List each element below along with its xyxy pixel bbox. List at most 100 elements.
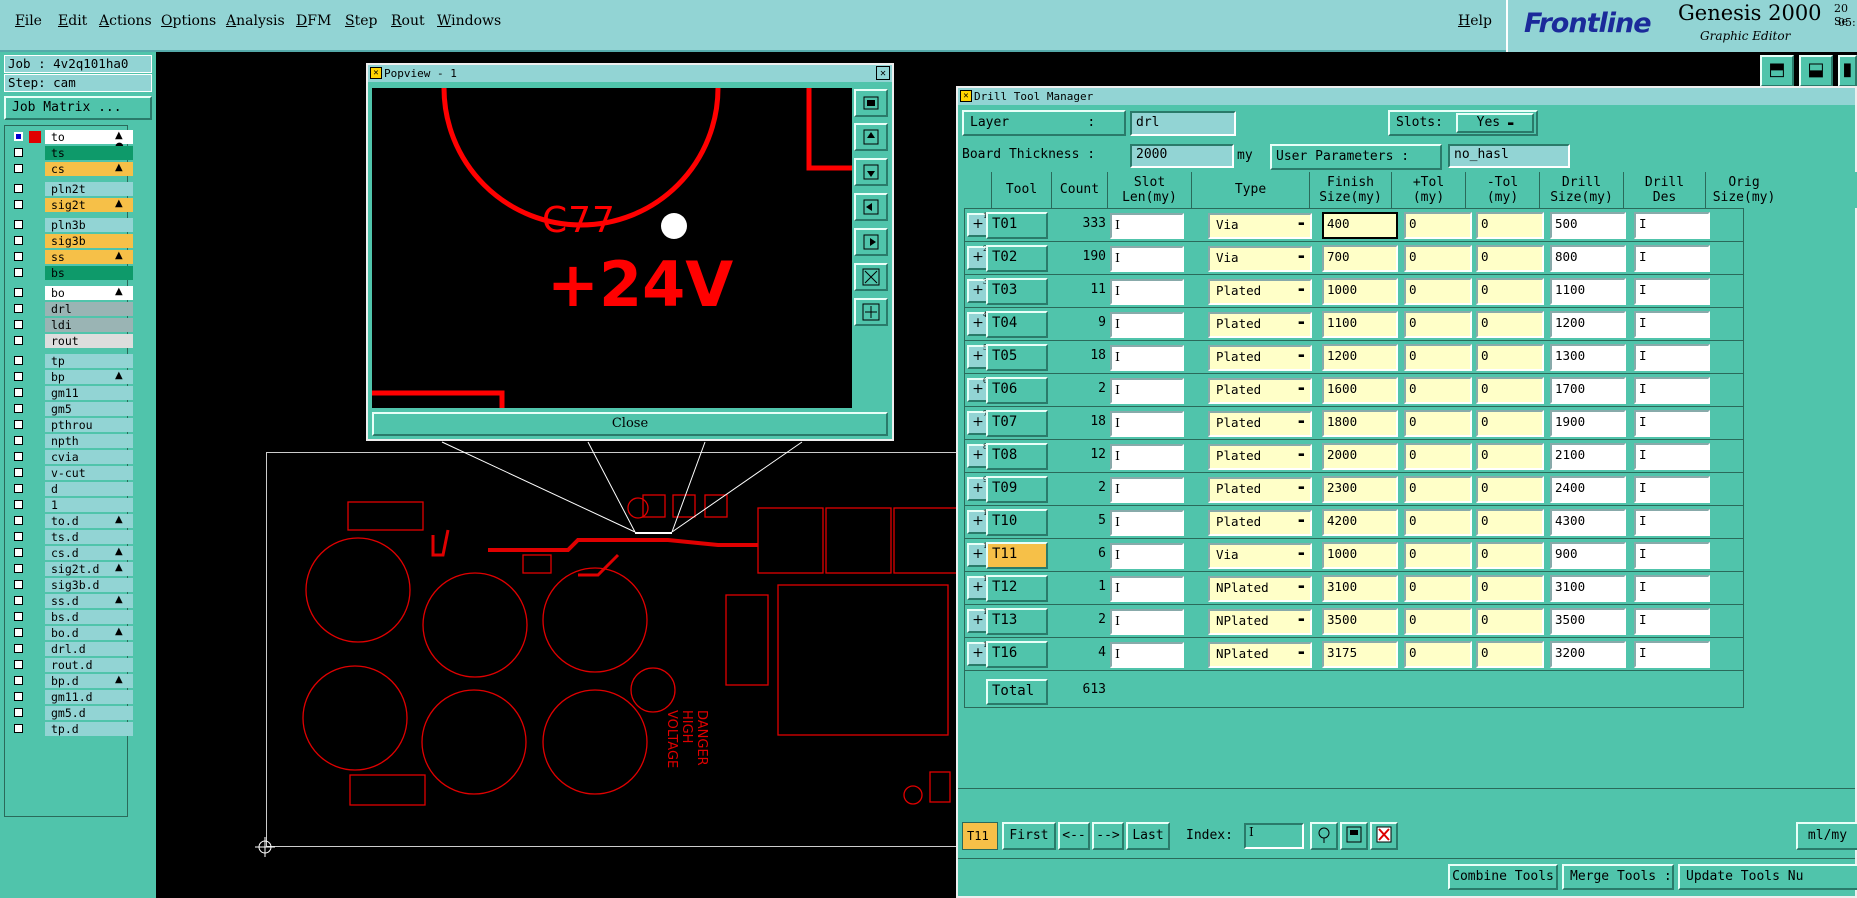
tool-button[interactable]: T06 bbox=[986, 377, 1048, 404]
layer-name[interactable]: gm5.d bbox=[45, 706, 133, 720]
layer-name[interactable]: pthrou bbox=[45, 418, 133, 432]
layer-name[interactable]: npth bbox=[45, 434, 133, 448]
slot-len-field[interactable]: I bbox=[1110, 609, 1184, 635]
plus-tol-field[interactable]: 0 bbox=[1404, 476, 1472, 503]
pan-down-icon[interactable] bbox=[854, 158, 888, 186]
layer-checkbox[interactable] bbox=[14, 548, 23, 557]
tool-button[interactable]: T13 bbox=[986, 608, 1048, 635]
layer-row[interactable]: ss ▲ bbox=[11, 250, 133, 264]
finish-size-field[interactable]: 1000 bbox=[1322, 278, 1398, 305]
minus-tol-field[interactable]: 0 bbox=[1476, 212, 1544, 239]
next-button[interactable]: --> bbox=[1092, 822, 1124, 850]
import-icon[interactable]: ⬓ bbox=[1799, 55, 1833, 87]
plus-tol-field[interactable]: 0 bbox=[1404, 311, 1472, 338]
minus-tol-field[interactable]: 0 bbox=[1476, 278, 1544, 305]
layer-name[interactable]: sig3b bbox=[45, 234, 133, 248]
last-button[interactable]: Last bbox=[1126, 822, 1170, 850]
minus-tol-field[interactable]: 0 bbox=[1476, 575, 1544, 602]
drill-size-field[interactable]: 2100 bbox=[1550, 443, 1626, 470]
drill-des-field[interactable]: I bbox=[1634, 377, 1710, 404]
minus-tol-field[interactable]: 0 bbox=[1476, 377, 1544, 404]
tool-button[interactable]: T02 bbox=[986, 245, 1048, 272]
type-select[interactable]: NPlated ▬ bbox=[1208, 642, 1312, 668]
tool-button[interactable]: T10 bbox=[986, 509, 1048, 536]
menu-rout[interactable]: Rout bbox=[391, 13, 425, 29]
layer-row[interactable]: bp.d ▲ bbox=[11, 674, 133, 688]
layer-row[interactable]: d bbox=[11, 482, 133, 496]
pan-up-icon[interactable] bbox=[854, 123, 888, 151]
menu-help[interactable]: Help bbox=[1458, 13, 1492, 29]
plus-tol-field[interactable]: 0 bbox=[1404, 542, 1472, 569]
layer-checkbox[interactable] bbox=[14, 336, 23, 345]
zoom-out-icon[interactable] bbox=[854, 298, 888, 326]
update-tools-button[interactable]: Update Tools Nu bbox=[1678, 864, 1857, 890]
drill-des-field[interactable]: I bbox=[1634, 245, 1710, 272]
popview-titlebar[interactable]: ✕ Popview - 1 ✕ bbox=[368, 65, 892, 82]
layer-name[interactable]: gm11.d bbox=[45, 690, 133, 704]
units-button[interactable]: ml/my bbox=[1796, 822, 1857, 850]
layer-checkbox[interactable] bbox=[14, 564, 23, 573]
finish-size-field[interactable]: 2000 bbox=[1322, 443, 1398, 470]
drill-size-field[interactable]: 500 bbox=[1550, 212, 1626, 239]
finish-size-field[interactable]: 1800 bbox=[1322, 410, 1398, 437]
tool-button[interactable]: T04 bbox=[986, 311, 1048, 338]
tool-button[interactable]: T03 bbox=[986, 278, 1048, 305]
drill-des-field[interactable]: I bbox=[1634, 311, 1710, 338]
layer-row[interactable]: pthrou bbox=[11, 418, 133, 432]
drill-des-field[interactable]: I bbox=[1634, 641, 1710, 668]
drill-des-field[interactable]: I bbox=[1634, 278, 1710, 305]
layer-checkbox[interactable] bbox=[14, 356, 23, 365]
finish-size-field[interactable]: 2300 bbox=[1322, 476, 1398, 503]
zoom-fit-icon[interactable] bbox=[854, 89, 888, 117]
layer-checkbox[interactable] bbox=[14, 268, 23, 277]
layer-checkbox[interactable] bbox=[14, 184, 23, 193]
slot-len-field[interactable]: I bbox=[1110, 576, 1184, 602]
slots-select[interactable]: Yes ▬ bbox=[1456, 113, 1534, 133]
layer-row[interactable]: pln3b bbox=[11, 218, 133, 232]
slot-len-field[interactable]: I bbox=[1110, 444, 1184, 470]
pan-left-icon[interactable] bbox=[854, 193, 888, 221]
layer-checkbox[interactable] bbox=[14, 612, 23, 621]
layer-row[interactable]: npth bbox=[11, 434, 133, 448]
popview-canvas[interactable]: C77 +24V bbox=[372, 88, 852, 408]
layer-name[interactable]: drl.d bbox=[45, 642, 133, 656]
layer-row[interactable]: gm5 bbox=[11, 402, 133, 416]
layer-row[interactable]: tp.d bbox=[11, 722, 133, 736]
layer-name[interactable]: v-cut bbox=[45, 466, 133, 480]
job-matrix-button[interactable]: Job Matrix ... bbox=[4, 96, 152, 120]
slot-len-field[interactable]: I bbox=[1110, 213, 1184, 239]
finish-size-field[interactable]: 3175 bbox=[1322, 641, 1398, 668]
layer-checkbox[interactable] bbox=[14, 320, 23, 329]
export-icon[interactable]: ▮ bbox=[1838, 55, 1857, 87]
drill-des-field[interactable]: I bbox=[1634, 443, 1710, 470]
slot-len-field[interactable]: I bbox=[1110, 279, 1184, 305]
layer-name[interactable]: ts bbox=[45, 146, 133, 160]
drill-des-field[interactable]: I bbox=[1634, 509, 1710, 536]
layer-row[interactable]: sig3b.d bbox=[11, 578, 133, 592]
plus-tol-field[interactable]: 0 bbox=[1404, 509, 1472, 536]
layer-row[interactable]: bo ▲ bbox=[11, 286, 133, 300]
layer-name[interactable]: 1 bbox=[45, 498, 133, 512]
layer-checkbox[interactable] bbox=[14, 500, 23, 509]
type-select[interactable]: Plated ▬ bbox=[1208, 444, 1312, 470]
layer-row[interactable]: gm11.d bbox=[11, 690, 133, 704]
thickness-field[interactable]: 2000 bbox=[1130, 144, 1234, 168]
layer-row[interactable]: ts bbox=[11, 146, 133, 160]
plus-tol-field[interactable]: 0 bbox=[1404, 641, 1472, 668]
menu-edit[interactable]: Edit bbox=[58, 13, 87, 29]
layer-name[interactable]: gm5 bbox=[45, 402, 133, 416]
layer-checkbox[interactable] bbox=[14, 644, 23, 653]
tool-button[interactable]: T01 bbox=[986, 212, 1048, 239]
minus-tol-field[interactable]: 0 bbox=[1476, 509, 1544, 536]
drill-size-field[interactable]: 1100 bbox=[1550, 278, 1626, 305]
type-select[interactable]: Via ▬ bbox=[1208, 543, 1312, 569]
drill-size-field[interactable]: 1300 bbox=[1550, 344, 1626, 371]
minus-tol-field[interactable]: 0 bbox=[1476, 542, 1544, 569]
layer-row[interactable]: bs.d bbox=[11, 610, 133, 624]
save-icon[interactable]: ⬒ bbox=[1760, 55, 1794, 87]
layer-row[interactable]: bp ▲ bbox=[11, 370, 133, 384]
combine-tools-button[interactable]: Combine Tools bbox=[1448, 864, 1558, 890]
layer-name[interactable]: pln2t bbox=[45, 182, 133, 196]
drill-size-field[interactable]: 4300 bbox=[1550, 509, 1626, 536]
type-select[interactable]: Plated ▬ bbox=[1208, 279, 1312, 305]
